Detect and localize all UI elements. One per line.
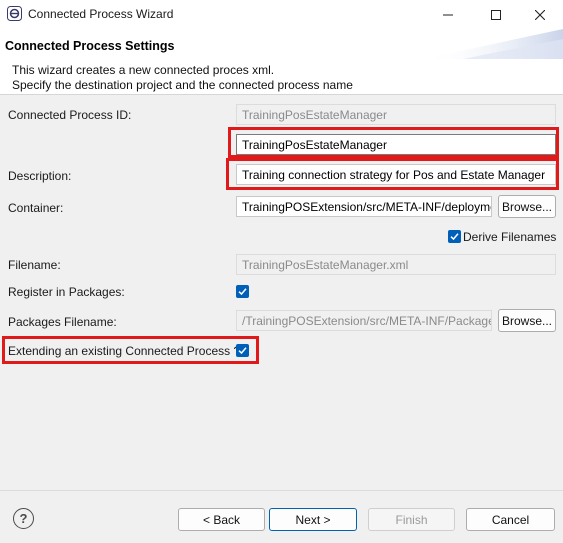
maximize-button[interactable] [473, 0, 519, 29]
header-message-line1: This wizard creates a new connected proc… [12, 63, 275, 77]
packages-browse-button[interactable]: Browse... [498, 309, 556, 332]
maximize-icon [491, 9, 501, 20]
next-button[interactable]: Next > [269, 508, 357, 531]
highlight-extending [2, 336, 259, 364]
help-icon[interactable]: ? [13, 508, 34, 529]
packages-filename-label: Packages Filename: [8, 315, 117, 329]
checkmark-icon [450, 233, 459, 241]
eclipse-app-icon [7, 6, 22, 21]
register-label: Register in Packages: [8, 285, 125, 299]
highlight-description [226, 158, 559, 190]
highlight-process-id [228, 127, 559, 158]
filename-field: TrainingPosEstateManager.xml [236, 254, 556, 275]
container-label: Container: [8, 201, 64, 215]
process-id-display-field: TrainingPosEstateManager [236, 104, 556, 125]
minimize-icon [443, 14, 453, 15]
derive-filenames-checkbox[interactable] [448, 230, 461, 243]
description-label: Description: [8, 169, 72, 183]
page-title: Connected Process Settings [5, 39, 175, 53]
back-button[interactable]: < Back [178, 508, 265, 531]
container-input[interactable]: TrainingPOSExtension/src/META-INF/deploy… [236, 196, 492, 217]
close-icon [535, 9, 545, 20]
filename-label: Filename: [8, 258, 61, 272]
finish-button[interactable]: Finish [368, 508, 455, 531]
cancel-button[interactable]: Cancel [466, 508, 555, 531]
checkmark-icon [238, 288, 247, 296]
process-id-label: Connected Process ID: [8, 108, 132, 122]
derive-filenames-label: Derive Filenames [463, 230, 557, 244]
minimize-button[interactable] [425, 0, 471, 29]
register-checkbox[interactable] [236, 285, 249, 298]
close-button[interactable] [517, 0, 563, 29]
container-browse-button[interactable]: Browse... [498, 195, 556, 218]
header-message-line2: Specify the destination project and the … [12, 78, 353, 92]
wizard-header: Connected Process Settings This wizard c… [0, 29, 563, 95]
packages-filename-field: /TrainingPOSExtension/src/META-INF/Packa… [236, 310, 492, 331]
window-title: Connected Process Wizard [28, 7, 174, 21]
title-bar: Connected Process Wizard [0, 0, 563, 29]
banner-graphic [423, 29, 563, 59]
footer-separator [0, 490, 563, 491]
